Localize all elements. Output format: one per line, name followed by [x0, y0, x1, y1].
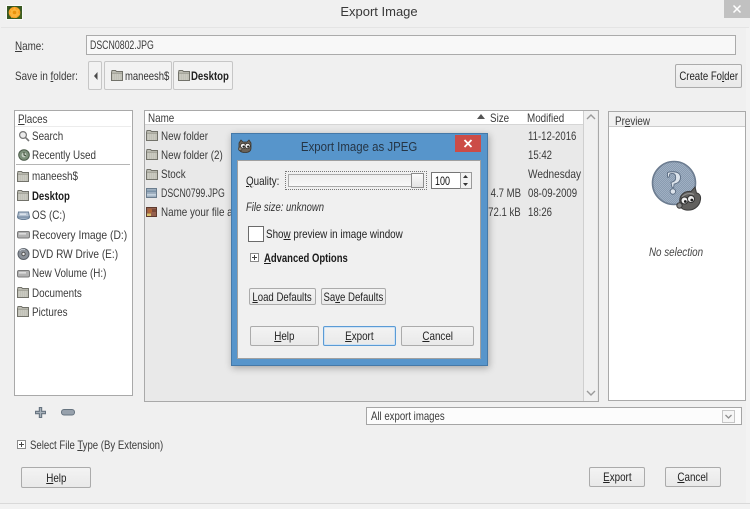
svg-text:?: ? — [666, 165, 683, 202]
